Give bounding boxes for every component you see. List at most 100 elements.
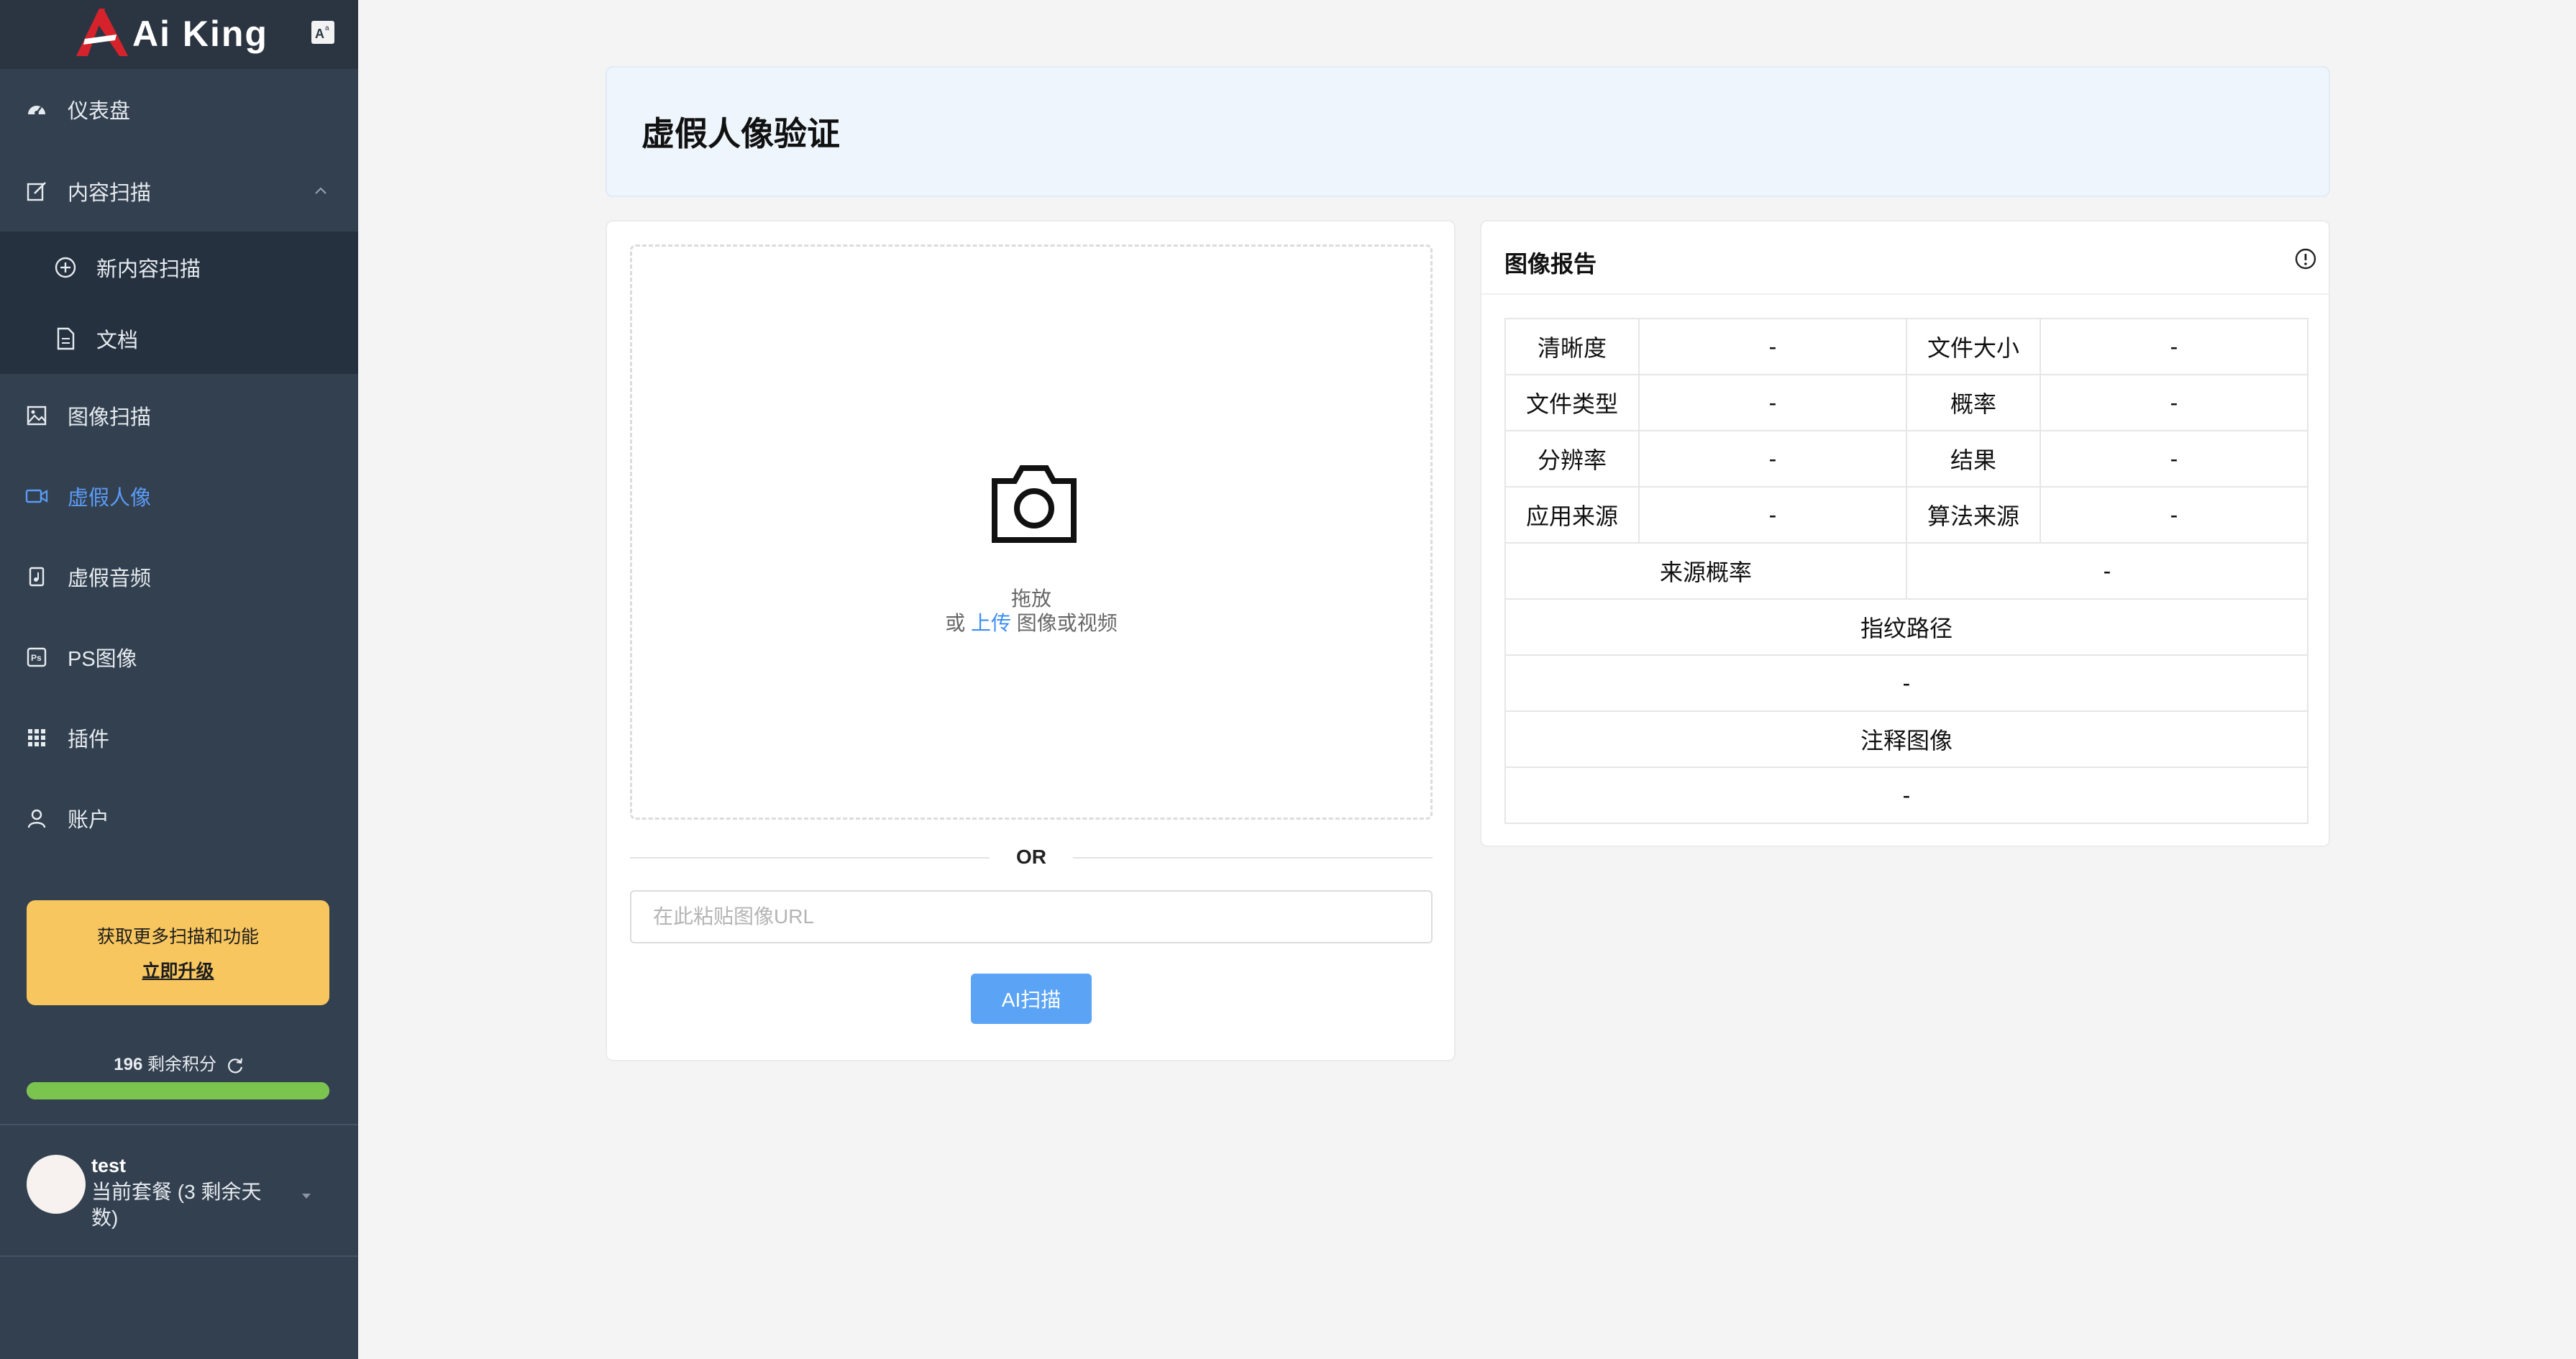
table-row: 分辨率 - 结果 - <box>1504 430 2308 488</box>
audio-file-icon <box>24 564 49 589</box>
plus-circle-icon <box>53 255 78 280</box>
divider <box>0 1255 358 1257</box>
or-divider: OR <box>630 844 1433 870</box>
table-row: 注释图像 <box>1504 710 2308 768</box>
svg-text:A: A <box>315 27 324 41</box>
upload-suffix-text: 图像或视频 <box>1016 612 1118 634</box>
sidebar-item-documents[interactable]: 文档 <box>0 303 358 374</box>
sidebar-item-image-scan[interactable]: 图像扫描 <box>0 375 358 456</box>
svg-text:Ps: Ps <box>31 653 42 663</box>
report-value: - <box>1638 318 1907 375</box>
table-row: 文件类型 - 概率 - <box>1504 374 2308 431</box>
upload-or-text: 或 <box>945 612 966 634</box>
credits-count: 196 <box>114 1055 143 1074</box>
video-camera-icon <box>24 484 49 508</box>
table-row: 应用来源 - 算法来源 - <box>1504 486 2308 544</box>
upgrade-banner[interactable]: 获取更多扫描和功能 立即升级 <box>27 900 329 1005</box>
or-text: OR <box>1016 846 1046 868</box>
sidebar-item-new-content-scan[interactable]: 新内容扫描 <box>0 232 358 303</box>
report-value: - <box>2040 374 2308 431</box>
svg-text:a: a <box>325 24 329 32</box>
report-label: 文件类型 <box>1504 374 1640 431</box>
report-header: 图像报告 <box>1481 221 2329 295</box>
report-value: - <box>1504 767 2308 824</box>
table-row: 来源概率 - <box>1504 542 2308 600</box>
report-label: 分辨率 <box>1504 430 1640 488</box>
sidebar-item-dashboard[interactable]: 仪表盘 <box>0 69 358 150</box>
sidebar-item-content-scan[interactable]: 内容扫描 <box>0 151 358 232</box>
report-value: - <box>2040 486 2308 544</box>
avatar <box>27 1155 86 1214</box>
report-label: 应用来源 <box>1504 486 1640 544</box>
report-label: 指纹路径 <box>1504 598 2308 656</box>
sidebar-item-label: 仪表盘 <box>68 100 131 123</box>
info-icon[interactable] <box>2294 247 2317 270</box>
sidebar-item-label: 账户 <box>68 809 110 832</box>
sidebar-item-label: PS图像 <box>68 648 137 671</box>
image-url-input[interactable] <box>630 890 1433 943</box>
sidebar-item-fake-portrait[interactable]: 虚假人像 <box>0 456 358 536</box>
page-header: 虚假人像验证 <box>606 66 2330 197</box>
table-row: - <box>1504 767 2308 824</box>
photoshop-icon: Ps <box>24 645 49 669</box>
report-label: 结果 <box>1906 430 2041 488</box>
report-value: - <box>2040 318 2308 375</box>
credits-label: 剩余积分 <box>147 1055 217 1074</box>
image-report-panel: 图像报告 清晰度 - 文件大小 - 文件类型 - 概率 - 分辨率 - 结果 -… <box>1480 220 2330 847</box>
sidebar-item-label: 虚假人像 <box>68 487 152 510</box>
grid-icon <box>24 726 49 750</box>
dashboard-icon <box>24 97 49 122</box>
report-label: 概率 <box>1906 374 2041 431</box>
page-title: 虚假人像验证 <box>641 115 840 152</box>
report-table: 清晰度 - 文件大小 - 文件类型 - 概率 - 分辨率 - 结果 - 应用来源… <box>1504 318 2308 824</box>
chevron-up-icon <box>315 187 326 194</box>
report-label: 注释图像 <box>1504 710 2308 768</box>
sidebar-item-fake-audio[interactable]: 虚假音频 <box>0 536 358 617</box>
upload-dropzone[interactable]: 拖放 或 上传 图像或视频 <box>630 244 1433 820</box>
report-value: - <box>1638 486 1907 544</box>
user-plan: 当前套餐 (3 剩余天数) <box>91 1181 262 1229</box>
sidebar-item-label: 新内容扫描 <box>96 257 201 281</box>
sidebar-item-label: 插件 <box>68 728 110 751</box>
ai-scan-button[interactable]: AI扫描 <box>971 974 1092 1024</box>
upload-hint: 或 上传 图像或视频 <box>632 608 1430 636</box>
report-label: 文件大小 <box>1906 318 2041 375</box>
sidebar-item-plugins[interactable]: 插件 <box>0 697 358 778</box>
sidebar-item-account[interactable]: 账户 <box>0 778 358 859</box>
sidebar-item-label: 虚假音频 <box>68 567 152 590</box>
credits-info: 196 剩余积分 <box>0 1050 358 1074</box>
sidebar-item-ps-image[interactable]: Ps PS图像 <box>0 617 358 697</box>
upgrade-text: 获取更多扫描和功能 <box>96 927 259 947</box>
table-row: - <box>1504 654 2308 712</box>
report-value: - <box>1906 542 2308 600</box>
edit-icon <box>24 179 49 203</box>
report-label: 清晰度 <box>1504 318 1640 375</box>
sidebar-item-label: 图像扫描 <box>68 406 152 429</box>
caret-down-icon[interactable] <box>301 1192 312 1199</box>
credits-progress-fill <box>27 1082 329 1099</box>
upload-panel: 拖放 或 上传 图像或视频 OR AI扫描 <box>606 220 1456 1061</box>
brand-name: Ai King <box>132 14 268 54</box>
brand-header: Ai King A a <box>0 0 358 69</box>
user-name: test <box>91 1155 127 1176</box>
refresh-icon[interactable] <box>226 1056 245 1075</box>
camera-icon <box>992 465 1077 543</box>
sidebar-item-label: 文档 <box>96 329 139 352</box>
divider <box>0 1124 358 1125</box>
upload-link[interactable]: 上传 <box>971 612 1011 634</box>
language-icon[interactable]: A a <box>311 20 335 45</box>
upgrade-link[interactable]: 立即升级 <box>142 957 214 983</box>
report-value: - <box>1638 374 1907 431</box>
document-icon <box>53 326 78 351</box>
report-value: - <box>1638 430 1907 488</box>
credits-progress-bar <box>27 1082 329 1099</box>
report-label: 算法来源 <box>1906 486 2041 544</box>
report-value: - <box>1504 654 2308 712</box>
report-label: 来源概率 <box>1504 542 1907 600</box>
user-profile[interactable]: test 当前套餐 (3 剩余天数) <box>0 1129 358 1255</box>
sidebar: Ai King A a 仪表盘 内容扫描 新内容扫描 文档 图像扫描 虚假人像 … <box>0 0 358 1359</box>
logo-icon <box>76 9 128 56</box>
report-title: 图像报告 <box>1504 251 1597 277</box>
report-value: - <box>2040 430 2308 488</box>
image-icon <box>24 403 49 428</box>
